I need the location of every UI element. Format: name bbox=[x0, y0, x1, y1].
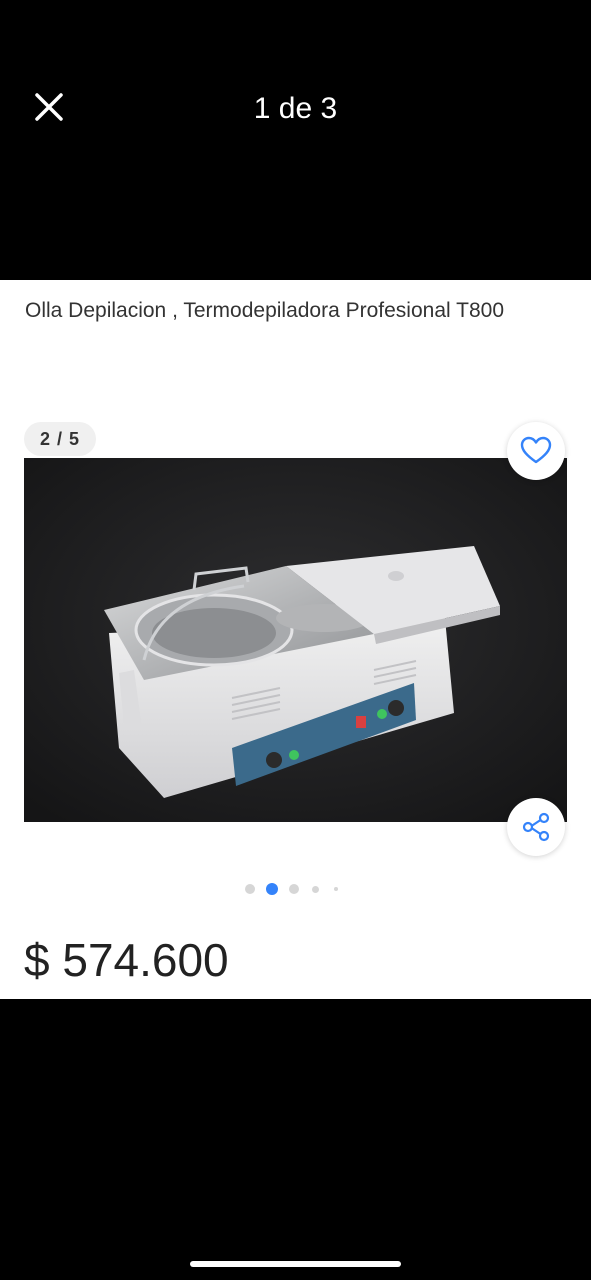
wax-heater-illustration bbox=[24, 458, 567, 822]
viewer-header: 1 de 3 bbox=[0, 0, 591, 280]
heart-icon bbox=[520, 436, 552, 464]
share-button[interactable] bbox=[507, 798, 565, 856]
viewer-counter: 1 de 3 bbox=[253, 92, 338, 125]
product-image[interactable] bbox=[24, 458, 567, 822]
carousel-dot-active[interactable] bbox=[266, 883, 278, 895]
carousel-dot[interactable] bbox=[312, 886, 319, 893]
price: $ 574.600 bbox=[24, 934, 229, 986]
home-indicator[interactable] bbox=[190, 1261, 401, 1267]
carousel-dot[interactable] bbox=[334, 887, 338, 891]
favorite-button[interactable] bbox=[507, 422, 565, 480]
carousel-dot[interactable] bbox=[245, 884, 255, 894]
listing-card: Olla Depilacion , Termodepiladora Profes… bbox=[0, 280, 591, 999]
image-counter: 2 / 5 bbox=[24, 422, 97, 456]
carousel-dot[interactable] bbox=[289, 884, 299, 894]
listing-title[interactable]: Olla Depilacion , Termodepiladora Profes… bbox=[25, 296, 555, 325]
share-icon bbox=[522, 812, 550, 842]
